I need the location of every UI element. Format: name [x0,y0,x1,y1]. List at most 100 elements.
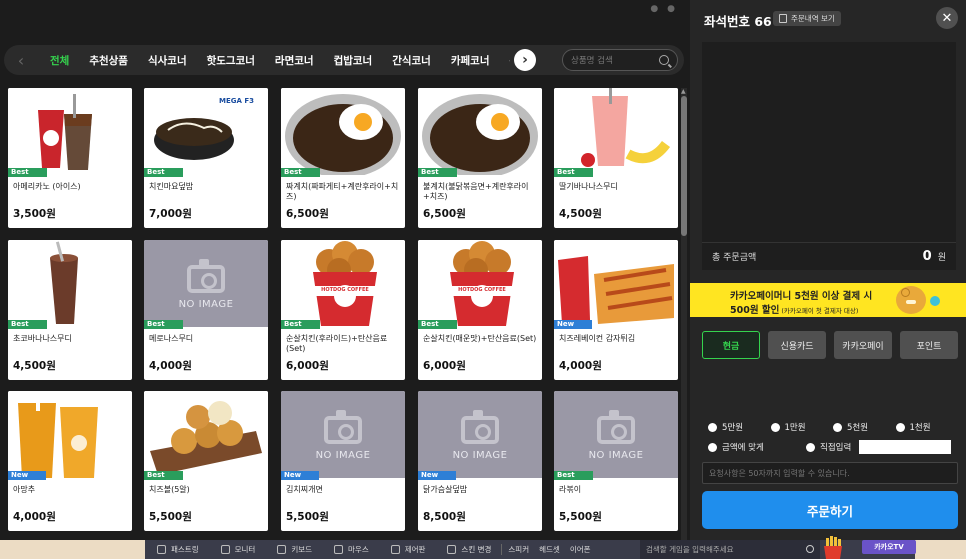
product-card[interactable]: New 아망추 4,000원 [8,391,132,531]
product-card[interactable]: Best 짜계치(짜파게티+계란후라이+치즈) 6,500원 [281,88,405,228]
amount-option[interactable]: 5만원 [708,421,771,433]
product-image[interactable] [144,391,268,478]
tab-category[interactable]: 음료코너 [499,53,510,68]
product-card[interactable]: NO IMAGE New 닭가슴살덮밥 8,500원 [418,391,542,531]
product-card[interactable]: HOTDOG COFFEE Best 순살치킨(매운맛)+탄산음료(Set) 6,00… [418,240,542,380]
radio-icon[interactable] [895,422,905,432]
taskbar-tool[interactable]: 스킨 변경 [435,544,503,555]
tool-label: 제어판 [404,545,426,554]
product-price: 6,000원 [286,360,329,372]
product-image[interactable] [554,88,678,175]
brand-logo: MEGA F3 [219,97,254,105]
radio-icon[interactable] [770,422,780,432]
taskbar-tool[interactable]: 모니터 [209,544,266,555]
product-image[interactable] [281,88,405,175]
product-price: 4,000원 [149,360,192,372]
product-scrollbar[interactable]: ▲ [681,88,687,540]
product-badge: Best [8,168,47,177]
amount-option[interactable]: 1천원 [895,421,959,433]
product-card[interactable]: NO IMAGE New 김치찌개면 5,500원 [281,391,405,531]
amount-option[interactable]: 1만원 [770,421,834,433]
radio-icon[interactable] [708,422,717,432]
pay-method-button[interactable]: 포인트 [900,331,958,359]
search-input[interactable]: 상품명 검색 [571,54,659,66]
product-card[interactable]: Best 딸기바나나스무디 4,500원 [554,88,678,228]
product-card[interactable]: NO IMAGE Best 라볶이 5,500원 [554,391,678,531]
product-image[interactable]: HOTDOG COFFEE [418,240,542,327]
tab-category[interactable]: 간식코너 [382,53,441,68]
product-card[interactable]: Best 아메리카노 (아이스) 3,500원 [8,88,132,228]
direct-amount-input[interactable] [859,440,952,454]
tab-category[interactable]: 전체 [40,53,79,68]
kakaopay-promo-banner[interactable]: 카카오페이머니 5천원 이상 결제 시 500원 할인 (카카오페이 첫 결제자 … [690,283,966,317]
product-image[interactable] [554,240,678,327]
close-icon[interactable]: ✕ [942,11,953,26]
seat-number: 좌석번호 66 [704,14,772,29]
product-badge: Best [281,320,320,329]
amount-fit-label: 금액에 맞게 [722,443,764,453]
game-search-input[interactable]: 검색할 게임을 입력해주세요 [640,540,820,559]
product-image[interactable]: HOTDOG COFFEE [281,240,405,327]
product-price: 3,500원 [13,208,56,220]
product-image[interactable]: MEGA F3 [144,88,268,175]
tab-category[interactable]: 라면코너 [265,53,324,68]
category-next-button[interactable]: › [514,49,536,71]
order-history-button[interactable]: 주문내역 보기 [773,11,841,26]
search-icon[interactable] [806,545,814,553]
product-image[interactable] [418,88,542,175]
no-image-text: NO IMAGE [178,299,234,310]
no-image-placeholder[interactable]: NO IMAGE [418,391,542,478]
product-search[interactable]: 상품명 검색 [562,49,678,71]
scroll-up-icon[interactable]: ▲ [681,88,686,95]
taskbar-tool[interactable]: 패스트링 [145,544,209,555]
category-prev-button[interactable]: ‹ [8,47,34,73]
pay-method-button[interactable]: 현금 [702,331,760,359]
product-card[interactable]: MEGA F3 Best 치킨마요덮밥 7,000원 [144,88,268,228]
radio-icon[interactable] [833,422,842,432]
order-button[interactable]: 주문하기 [702,491,958,529]
product-card[interactable]: Best 불계치(불닭볶음면+계란후라이+치즈) 6,500원 [418,88,542,228]
taskbar-tool[interactable]: 마우스 [322,544,379,555]
audio-option[interactable]: 헤드셋 [533,544,564,555]
product-card[interactable]: Best 치즈볼(5알) 5,500원 [144,391,268,531]
product-card[interactable]: HOTDOG COFFEE Best 순살치킨(후라이드)+탄산음료(Set) 6,0… [281,240,405,380]
taskbar-tool[interactable]: 키보드 [265,544,322,555]
audio-option[interactable]: 스피커 [502,544,533,555]
tab-category[interactable]: 식사코너 [138,53,197,68]
product-card[interactable]: New 치즈레베이컨 감자튀김 4,000원 [554,240,678,380]
tab-category[interactable]: 추천상품 [79,53,138,68]
product-name: 치즈볼(5알) [149,485,190,494]
no-image-placeholder[interactable]: NO IMAGE [281,391,405,478]
amount-direct-option[interactable]: 직접입력 [806,441,851,453]
amount-option[interactable]: 5천원 [833,421,896,433]
no-image-placeholder[interactable]: NO IMAGE [554,391,678,478]
product-image[interactable] [8,88,132,175]
scroll-thumb[interactable] [681,96,687,236]
audio-option[interactable]: 이어폰 [564,544,595,555]
product-card[interactable]: Best 초코바나나스무디 4,500원 [8,240,132,380]
pay-method-button[interactable]: 신용카드 [768,331,826,359]
tool-label: 모니터 [234,545,256,554]
tab-category[interactable]: 핫도그코너 [197,53,265,68]
no-image-placeholder[interactable]: NO IMAGE [144,240,268,327]
radio-icon[interactable] [708,442,717,452]
tab-category[interactable]: 컵밥코너 [324,53,383,68]
total-unit: 원 [937,253,946,263]
search-icon[interactable] [659,55,669,65]
pay-method-button[interactable]: 카카오페이 [834,331,892,359]
total-value: 0 [922,249,932,264]
product-badge: Best [554,168,593,177]
no-image-text: NO IMAGE [588,450,644,461]
product-badge: Best [418,168,457,177]
product-image[interactable] [8,240,132,327]
product-image[interactable] [8,391,132,478]
amount-fit-option[interactable]: 금액에 맞게 [708,441,806,453]
product-card[interactable]: NO IMAGE Best 메로나스무디 4,000원 [144,240,268,380]
close-button[interactable]: ✕ [936,7,958,29]
tab-category[interactable]: 카페코너 [441,53,500,68]
kakao-tv-button[interactable]: 카카오TV [862,540,916,554]
radio-icon[interactable] [806,442,815,452]
product-price: 4,000원 [13,511,56,523]
request-input[interactable] [702,462,958,484]
taskbar-tool[interactable]: 제어판 [379,544,436,555]
